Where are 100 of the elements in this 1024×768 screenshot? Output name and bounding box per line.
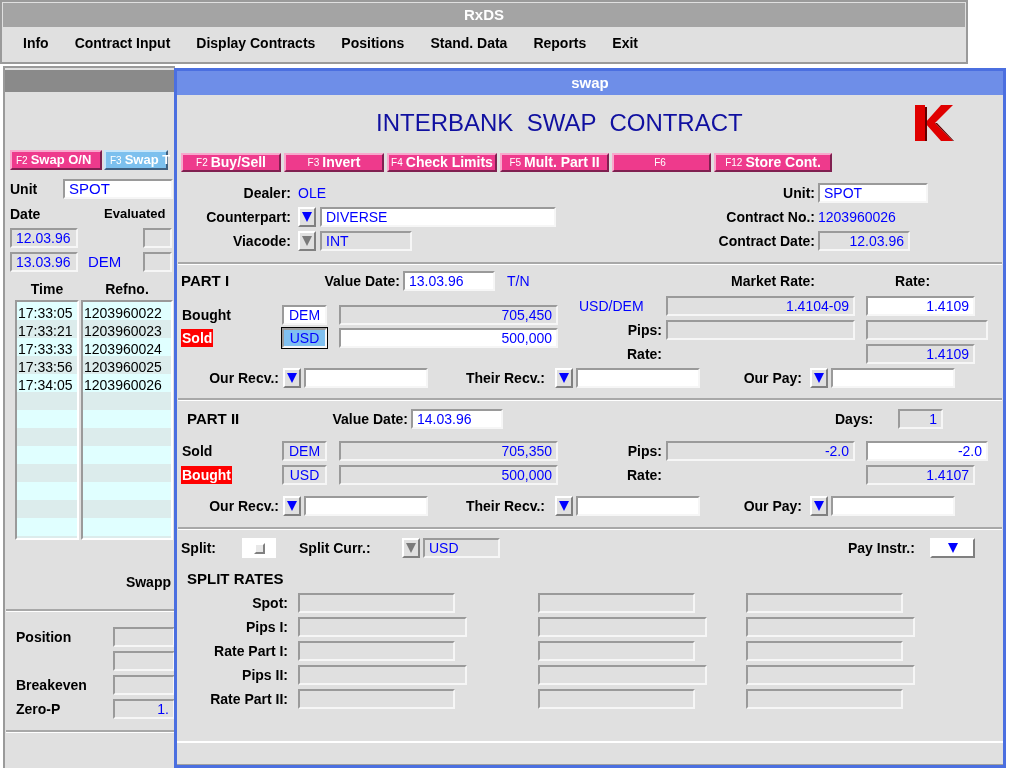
menu-item[interactable]: Info	[21, 34, 51, 52]
field-label: Pips:	[626, 321, 662, 339]
window-title: swap	[177, 71, 1003, 95]
input-field[interactable]: 1.	[113, 699, 175, 719]
input-field[interactable]: 1.4104-09	[666, 296, 855, 316]
input-field[interactable]	[304, 368, 428, 388]
input-field[interactable]: DEM	[282, 305, 327, 325]
input-field[interactable]: 14.03.96	[411, 409, 503, 429]
input-field[interactable]: 500,000	[339, 465, 558, 485]
input-field[interactable]: 1	[898, 409, 943, 429]
dropdown-button[interactable]	[555, 496, 573, 516]
input-field[interactable]	[143, 228, 172, 248]
input-field[interactable]	[113, 627, 175, 647]
field-label: Our Recv.:	[208, 497, 279, 515]
input-field[interactable]: 12.03.96	[818, 231, 910, 251]
input-field[interactable]	[538, 689, 695, 709]
caret-down-icon	[559, 500, 569, 512]
input-field[interactable]: DIVERSE	[320, 207, 556, 227]
checkbox[interactable]	[242, 538, 276, 558]
input-field[interactable]	[576, 496, 700, 516]
function-key-button[interactable]: F6	[612, 153, 711, 172]
caret-down-icon	[302, 211, 312, 223]
currency-label: DEM	[88, 253, 123, 271]
field-label: Unit	[10, 180, 39, 198]
table-cell-text: 17:34:05	[17, 376, 74, 394]
input-field[interactable]: USD	[282, 465, 327, 485]
input-field[interactable]	[113, 651, 175, 671]
input-field[interactable]	[298, 617, 467, 637]
function-key-button[interactable]: F3 Invert	[284, 153, 384, 172]
input-field[interactable]: 500,000	[339, 328, 558, 348]
menu-item[interactable]: Exit	[610, 34, 640, 52]
input-field[interactable]: 13.03.96	[403, 271, 495, 291]
input-field[interactable]	[298, 641, 455, 661]
input-field[interactable]	[746, 641, 903, 661]
field-label: Value Date:	[323, 272, 400, 290]
input-field[interactable]: 705,350	[339, 441, 558, 461]
input-field[interactable]: 1.4109	[866, 344, 975, 364]
input-field[interactable]	[538, 593, 695, 613]
field-label: Zero-P	[16, 700, 62, 718]
input-field[interactable]: 12.03.96	[10, 228, 78, 248]
dropdown-button[interactable]	[930, 538, 975, 558]
dropdown-button[interactable]	[283, 368, 301, 388]
dropdown-button[interactable]	[555, 368, 573, 388]
input-field[interactable]	[576, 368, 700, 388]
input-field[interactable]: 1.4109	[866, 296, 975, 316]
input-field[interactable]	[866, 320, 988, 340]
input-field[interactable]	[746, 689, 903, 709]
input-field[interactable]	[666, 320, 855, 340]
input-field[interactable]	[298, 593, 455, 613]
input-field[interactable]	[831, 368, 955, 388]
caret-down-icon	[287, 372, 297, 384]
field-label: Days:	[835, 410, 875, 428]
input-field[interactable]: SPOT	[63, 179, 173, 199]
input-field[interactable]: DEM	[282, 441, 327, 461]
input-field[interactable]	[746, 665, 915, 685]
dropdown-button[interactable]	[810, 496, 828, 516]
input-field[interactable]	[746, 593, 903, 613]
function-key-button[interactable]: F4 Check Limits	[387, 153, 497, 172]
field-label: Their Recv.:	[464, 497, 545, 515]
input-field[interactable]	[298, 665, 467, 685]
input-field[interactable]: 705,450	[339, 305, 558, 325]
input-field[interactable]: 13.03.96	[10, 252, 78, 272]
contract-number: 1203960026	[818, 208, 896, 226]
table-cell-text: 17:33:33	[17, 340, 74, 358]
input-field[interactable]: SPOT	[818, 183, 928, 203]
menu-item[interactable]: Stand. Data	[428, 34, 510, 52]
dropdown-button[interactable]	[283, 496, 301, 516]
function-key-button[interactable]: F12 Store Cont.	[714, 153, 832, 172]
table-cell-text: 17:33:56	[17, 358, 74, 376]
menu-item[interactable]: Display Contracts	[194, 34, 318, 52]
input-field[interactable]: USD	[423, 538, 500, 558]
input-field[interactable]: USD	[282, 328, 327, 348]
function-key-button[interactable]: F5 Mult. Part II	[500, 153, 609, 172]
input-field[interactable]	[143, 252, 172, 272]
menu-item[interactable]: Contract Input	[72, 34, 173, 52]
field-label: Sold	[181, 442, 214, 460]
input-field[interactable]	[538, 641, 695, 661]
dropdown-button[interactable]	[810, 368, 828, 388]
dropdown-button[interactable]	[298, 207, 316, 227]
field-label: Evaluated	[104, 205, 166, 223]
menu-item[interactable]: Positions	[339, 34, 407, 52]
caret-down-icon	[947, 542, 958, 554]
table-cell-text: 1203960024	[83, 340, 163, 358]
input-field[interactable]	[538, 617, 707, 637]
input-field[interactable]: -2.0	[666, 441, 855, 461]
field-label: Date	[10, 205, 42, 223]
input-field[interactable]: INT	[320, 231, 412, 251]
field-label: Pips:	[626, 442, 662, 460]
input-field[interactable]	[298, 689, 455, 709]
function-key-button[interactable]: F2 Buy/Sell	[181, 153, 281, 172]
tab[interactable]: F2 Swap O/N	[10, 150, 102, 170]
input-field[interactable]: -2.0	[866, 441, 988, 461]
tab[interactable]: F3 Swap T	[104, 150, 168, 170]
input-field[interactable]: 1.4107	[866, 465, 975, 485]
input-field[interactable]	[538, 665, 707, 685]
input-field[interactable]	[113, 675, 175, 695]
menu-item[interactable]: Reports	[531, 34, 589, 52]
input-field[interactable]	[304, 496, 428, 516]
input-field[interactable]	[831, 496, 955, 516]
input-field[interactable]	[746, 617, 915, 637]
